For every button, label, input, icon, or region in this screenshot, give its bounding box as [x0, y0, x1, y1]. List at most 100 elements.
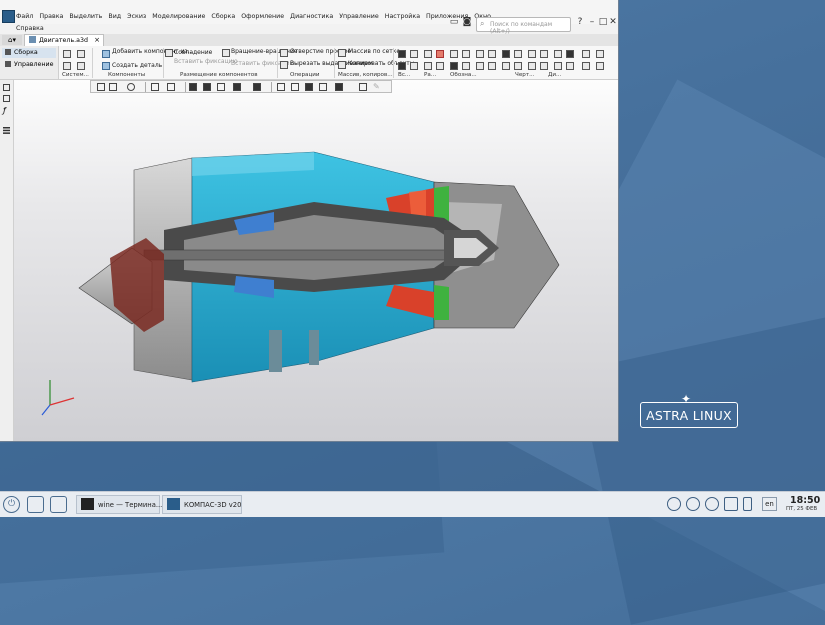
rotate-view-icon[interactable] [151, 83, 159, 91]
new-document-icon[interactable] [63, 50, 71, 58]
tool-icon[interactable] [410, 50, 418, 58]
view-front-icon[interactable] [291, 83, 299, 91]
tool-icon[interactable] [450, 62, 458, 70]
menu-diagnostics[interactable]: Диагностика [290, 13, 333, 20]
menu-help[interactable]: Справка [16, 25, 44, 32]
tool-icon[interactable] [502, 62, 510, 70]
close-icon[interactable]: ✕ [607, 16, 619, 28]
help-icon[interactable]: ? [574, 16, 586, 28]
menu-assembly[interactable]: Сборка [211, 13, 235, 20]
menu-view[interactable]: Вид [108, 13, 121, 20]
menu-edit[interactable]: Правка [39, 13, 63, 20]
menu-file[interactable]: Файл [16, 13, 33, 20]
display-mode-icon[interactable] [203, 83, 211, 91]
layers-icon[interactable] [3, 119, 10, 134]
tool-icon[interactable] [514, 62, 522, 70]
tool-icon[interactable] [488, 50, 496, 58]
jet-engine-model[interactable] [14, 80, 618, 441]
menu-sketch[interactable]: Эскиз [127, 13, 146, 20]
tool-icon[interactable] [582, 62, 590, 70]
tool-icon[interactable] [476, 62, 484, 70]
zoom-icon[interactable] [127, 83, 135, 91]
group-label-placement[interactable]: Размещение компонентов [180, 72, 258, 78]
pencil-icon[interactable]: ✎ [373, 83, 381, 91]
group-label-array[interactable]: Массив, копиров... [338, 72, 393, 78]
battery-icon[interactable] [743, 497, 752, 511]
select-icon[interactable] [97, 83, 105, 91]
home-tab[interactable]: ⌂▾ [2, 35, 22, 45]
tool-icon[interactable] [540, 50, 548, 58]
command-search-input[interactable]: ⌕ Поиск по командам (Alt+/) [476, 17, 571, 35]
open-folder-icon[interactable] [77, 50, 85, 58]
tool-icon[interactable] [398, 62, 406, 70]
save-document-icon[interactable] [77, 62, 85, 70]
section-icon[interactable] [217, 83, 225, 91]
coincidence-button[interactable]: Совпадение [174, 49, 212, 56]
create-part-button[interactable]: Создать деталь [112, 62, 162, 69]
tool-icon[interactable] [596, 50, 604, 58]
tool-icon[interactable] [582, 50, 590, 58]
tool-icon[interactable] [398, 50, 406, 58]
menu-management[interactable]: Управление [339, 13, 379, 20]
tool-icon[interactable] [528, 62, 536, 70]
file-manager-icon[interactable] [27, 496, 44, 513]
axis-icon[interactable] [167, 83, 175, 91]
view-cube-icon[interactable] [277, 83, 285, 91]
task-terminal[interactable]: wine — Термина... [76, 495, 162, 514]
view-wire-icon[interactable] [319, 83, 327, 91]
clock-time[interactable]: 18:50 [790, 495, 820, 506]
keyboard-layout-indicator[interactable]: en [762, 497, 777, 511]
group-label-diagnostics[interactable]: Ди... [548, 72, 561, 78]
tool-icon[interactable] [554, 62, 562, 70]
filter-icon[interactable] [335, 83, 343, 91]
tool-icon[interactable] [424, 50, 432, 58]
panel-management[interactable]: Управление [2, 60, 56, 70]
tool-icon[interactable] [528, 50, 536, 58]
orientation-icon[interactable] [189, 83, 197, 91]
accessibility-icon[interactable] [667, 497, 681, 511]
print-icon[interactable] [63, 62, 71, 70]
camera-icon[interactable] [253, 83, 261, 91]
variables-icon[interactable]: ƒ [3, 107, 10, 115]
group-label-drawing[interactable]: Черт... [515, 72, 534, 78]
menu-modeling[interactable]: Моделирование [152, 13, 205, 20]
tool-icon[interactable] [540, 62, 548, 70]
group-label-dims[interactable]: Ра... [424, 72, 436, 78]
task-kompas[interactable]: КОМПАС-3D v20 [162, 495, 242, 514]
tool-icon[interactable] [424, 62, 432, 70]
tool-icon[interactable] [596, 62, 604, 70]
tool-icon[interactable] [436, 62, 444, 70]
screenshot-icon[interactable]: ◙ [461, 16, 473, 28]
tool-icon[interactable] [410, 62, 418, 70]
pan-icon[interactable] [109, 83, 117, 91]
group-label-components[interactable]: Компоненты [108, 72, 145, 78]
properties-icon[interactable] [3, 95, 10, 102]
insert-fasteners-button[interactable]: Вставить фиксацию [174, 58, 238, 65]
tool-icon[interactable] [462, 50, 470, 58]
tool-icon[interactable] [554, 50, 562, 58]
group-label-aux[interactable]: Вс... [398, 72, 410, 78]
tool-icon[interactable] [436, 50, 444, 58]
volume-icon[interactable] [686, 497, 700, 511]
desktop-switch-icon[interactable] [50, 496, 67, 513]
group-label-system[interactable]: Систем... [62, 72, 89, 78]
tree-icon[interactable] [3, 84, 10, 91]
brightness-icon[interactable] [705, 497, 719, 511]
group-label-operations[interactable]: Операции [290, 72, 320, 78]
start-menu-icon[interactable]: ⏻ [3, 496, 20, 513]
tool-icon[interactable] [514, 50, 522, 58]
tool-icon[interactable] [476, 50, 484, 58]
kompas-app-icon[interactable] [2, 10, 15, 23]
tool-icon[interactable] [488, 62, 496, 70]
tool-icon[interactable] [566, 62, 574, 70]
close-tab-icon[interactable]: × [94, 35, 100, 46]
tool-icon[interactable] [462, 62, 470, 70]
measure-icon[interactable] [359, 83, 367, 91]
hide-icon[interactable] [233, 83, 241, 91]
view-shaded-icon[interactable] [305, 83, 313, 91]
panel-assembly[interactable]: Сборка [2, 48, 56, 58]
menu-settings[interactable]: Настройка [385, 13, 420, 20]
menu-drawing[interactable]: Оформление [241, 13, 284, 20]
menu-select[interactable]: Выделить [69, 13, 102, 20]
tool-icon[interactable] [502, 50, 510, 58]
